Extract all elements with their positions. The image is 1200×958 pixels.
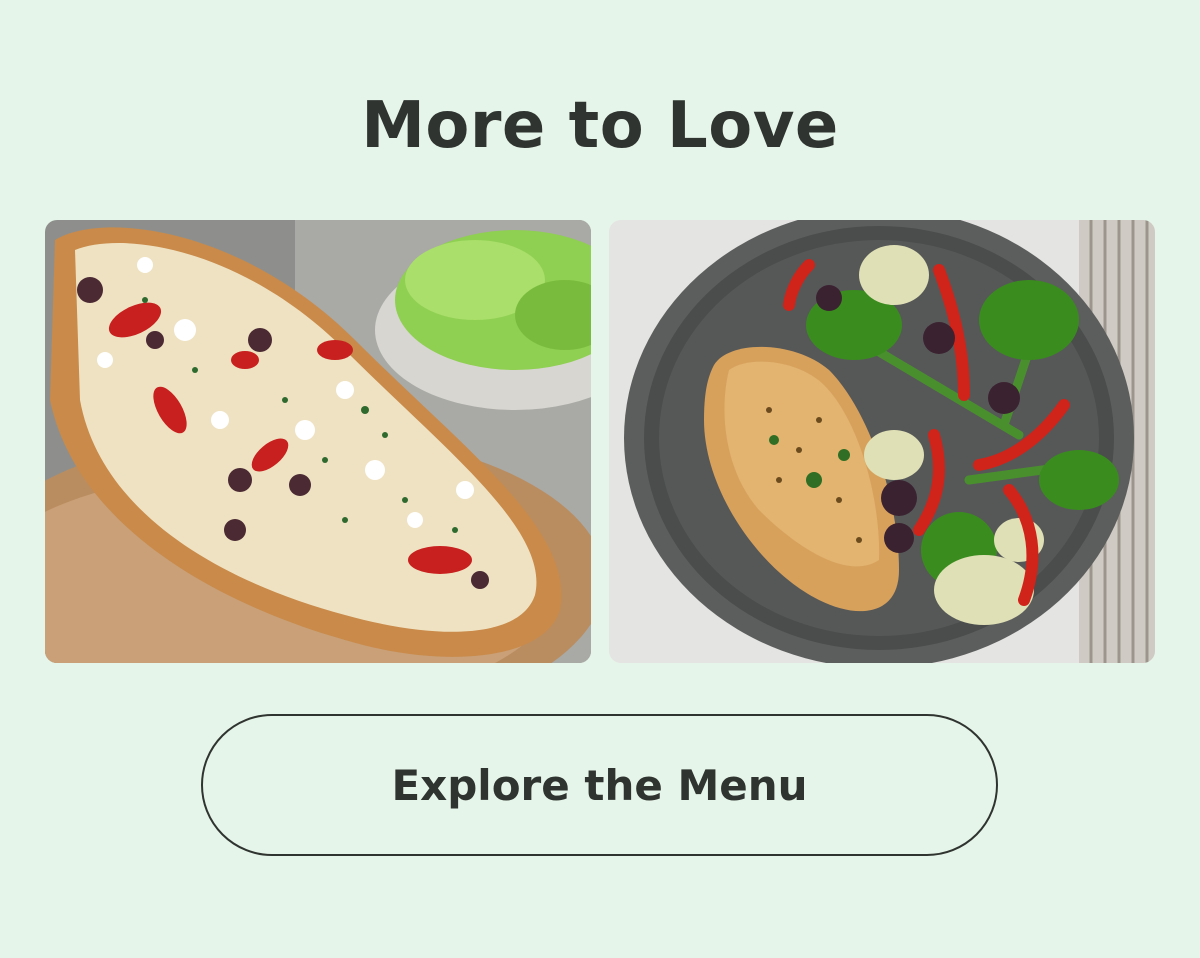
flatbread-image (45, 220, 591, 663)
explore-menu-button[interactable]: Explore the Menu (201, 714, 998, 856)
chicken-plate-photo (609, 220, 1155, 663)
chicken-plate-image (609, 220, 1155, 663)
section-title: More to Love (361, 89, 839, 163)
flatbread-photo (45, 220, 591, 663)
